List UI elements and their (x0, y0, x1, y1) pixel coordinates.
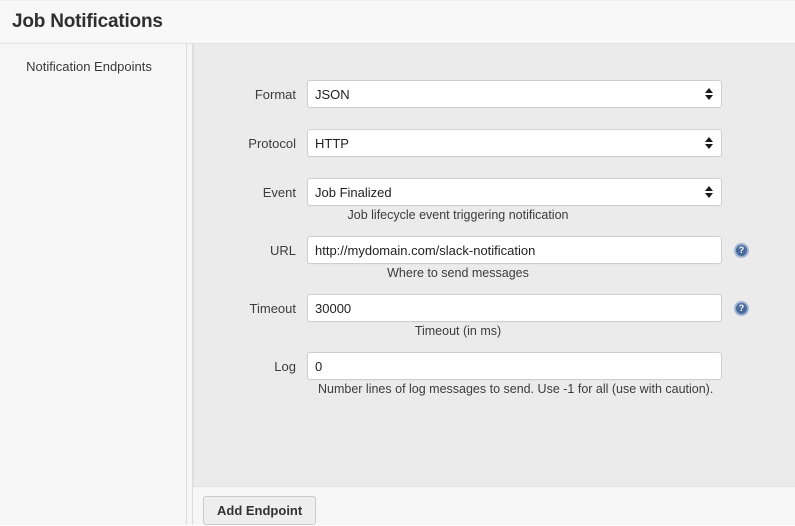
body-split: Notification Endpoints Format JSON Proto… (0, 44, 795, 525)
form-row-log: Log 0 (194, 352, 795, 380)
log-input-value: 0 (315, 358, 323, 374)
select-event[interactable]: Job Finalized (307, 178, 722, 206)
content-area: Format JSON Protocol HTTP Event Job Fina… (193, 44, 795, 525)
label-timeout: Timeout (249, 300, 296, 316)
add-endpoint-button[interactable]: Add Endpoint (203, 496, 317, 525)
select-event-value: Job Finalized (315, 184, 392, 200)
form-row-timeout: Timeout 30000 ? (194, 294, 795, 322)
sidebar: Notification Endpoints (0, 44, 186, 525)
label-format: Format (254, 86, 296, 102)
form-row-protocol: Protocol HTTP (194, 129, 795, 157)
label-event: Event (262, 184, 296, 200)
help-icon[interactable]: ? (734, 242, 749, 258)
footer-area: Add Endpoint (193, 487, 795, 525)
help-icon[interactable]: ? (734, 300, 749, 316)
chevron-updown-icon (704, 184, 713, 200)
select-protocol[interactable]: HTTP (307, 129, 722, 157)
chevron-updown-icon (704, 86, 713, 102)
title-bar: Job Notifications (0, 0, 795, 44)
url-input[interactable]: http://mydomain.com/slack-notification (307, 236, 722, 264)
page-title: Job Notifications (12, 11, 163, 32)
label-url: URL (269, 242, 296, 258)
form-row-event: Event Job Finalized (194, 178, 795, 206)
vertical-divider (186, 44, 193, 525)
chevron-updown-icon (704, 135, 713, 151)
help-text-url: Where to send messages (387, 266, 529, 280)
select-format[interactable]: JSON (307, 80, 722, 108)
sidebar-section-notification-endpoints: Notification Endpoints (26, 59, 152, 74)
form-row-url: URL http://mydomain.com/slack-notificati… (194, 236, 795, 264)
help-text-event: Job lifecycle event triggering notificat… (347, 208, 569, 222)
url-input-value: http://mydomain.com/slack-notification (315, 242, 536, 258)
timeout-input[interactable]: 30000 (307, 294, 722, 322)
select-format-value: JSON (315, 86, 350, 102)
form-row-format: Format JSON (194, 80, 795, 108)
endpoint-form-panel: Format JSON Protocol HTTP Event Job Fina… (193, 44, 795, 487)
label-log: Log (274, 358, 296, 374)
help-text-timeout: Timeout (in ms) (414, 324, 502, 338)
log-input[interactable]: 0 (307, 352, 722, 380)
select-protocol-value: HTTP (315, 135, 349, 151)
help-text-log: Number lines of log messages to send. Us… (318, 382, 714, 396)
timeout-input-value: 30000 (315, 300, 352, 316)
label-protocol: Protocol (248, 135, 296, 151)
